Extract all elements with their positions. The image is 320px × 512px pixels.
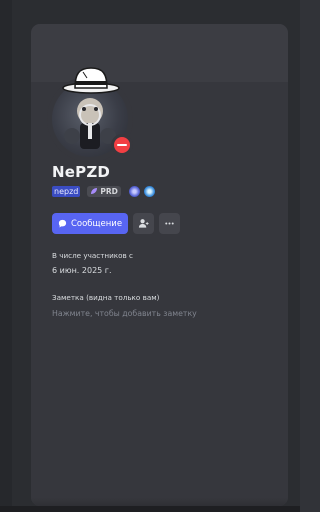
member-since-label: В числе участников с xyxy=(52,251,134,260)
message-button[interactable]: Сообщение xyxy=(52,213,128,234)
bottom-bar xyxy=(0,506,300,512)
left-panel-edge xyxy=(0,0,12,512)
message-button-label: Сообщение xyxy=(70,218,123,229)
add-friend-button[interactable] xyxy=(133,213,154,234)
more-options-button[interactable] xyxy=(159,213,180,234)
popout-bottom-shadow xyxy=(31,498,288,506)
person-add-icon xyxy=(138,219,149,228)
member-since-date: 6 июн. 2025 г. xyxy=(52,266,112,275)
note-label: Заметка (видна только вам) xyxy=(52,293,160,302)
note-input[interactable]: Нажмите, чтобы добавить заметку xyxy=(52,309,197,318)
user-profile-popout: NePZD nepzd PRD Сообщение В числе участн… xyxy=(31,24,288,506)
profile-actions: Сообщение xyxy=(52,213,180,234)
clan-leaf-icon xyxy=(91,188,98,194)
status-dnd-icon xyxy=(111,134,133,156)
hat-decoration-icon xyxy=(62,67,120,94)
clan-tag-label: PRD xyxy=(100,186,118,196)
display-name: NePZD xyxy=(52,163,111,181)
nitro-badge-icon[interactable] xyxy=(128,185,140,197)
profile-tags-row: nepzd PRD xyxy=(52,185,155,197)
username: nepzd xyxy=(52,185,81,197)
boost-badge-icon[interactable] xyxy=(143,185,155,197)
more-horizontal-icon xyxy=(165,222,174,225)
message-bubble-icon xyxy=(58,219,67,228)
avatar-container[interactable] xyxy=(45,64,137,162)
clan-tag[interactable]: PRD xyxy=(87,185,121,197)
